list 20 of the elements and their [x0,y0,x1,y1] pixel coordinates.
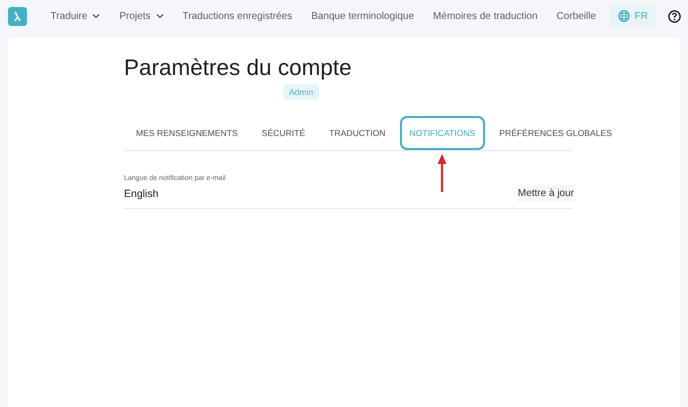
chevron-down-icon[interactable] [92,13,100,19]
role-badge: Admin [283,84,320,100]
tab[interactable]: TRADUCTION [319,116,396,150]
globe-icon [618,10,630,22]
nav-item[interactable]: Corbeille [547,10,606,22]
chevron-down-icon[interactable] [156,13,164,19]
nav-item[interactable]: Mémoires de traduction [424,10,548,22]
tab[interactable]: MES RENSEIGNEMENTS [126,116,248,150]
nav-item[interactable]: Traductions enregistrées [173,10,302,22]
nav-item[interactable]: Banque terminologique [302,10,424,22]
nav-item[interactable]: Projets [110,10,173,22]
nav-item[interactable]: Traduire [41,10,110,22]
page-title: Paramètres du compte [124,54,352,82]
help-icon[interactable] [668,10,681,22]
logo-icon[interactable] [8,6,27,26]
field-value: English [124,188,158,200]
update-button[interactable]: Mettre à jour [516,185,574,202]
arrow-icon [437,153,448,193]
tab[interactable]: SÉCURITÉ [252,116,316,150]
tab[interactable]: PRÉFÉRENCES GLOBALES [489,116,622,150]
